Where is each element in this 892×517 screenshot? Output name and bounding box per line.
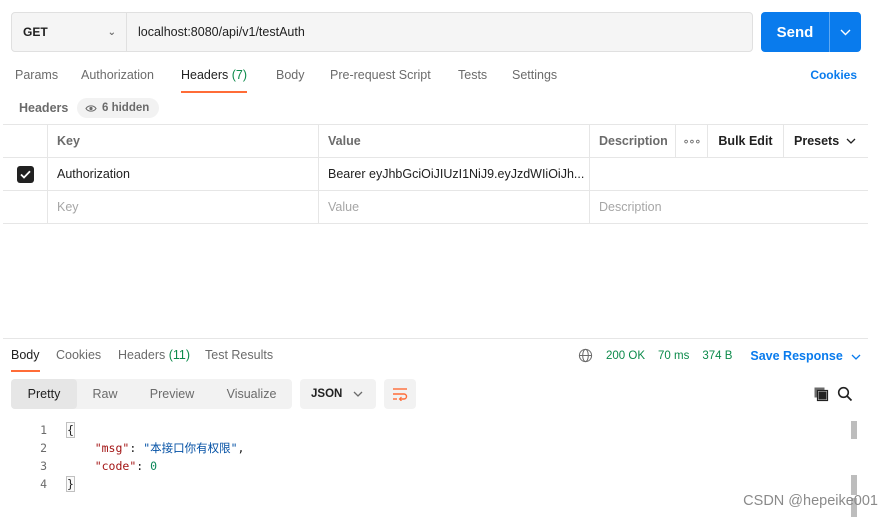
method-label: GET	[23, 25, 48, 39]
wrap-lines-button[interactable]	[384, 379, 416, 409]
table-row-placeholder: Key Value Description	[3, 191, 868, 224]
line-number: 2	[40, 441, 47, 455]
url-bar: GET ⌄ localhost:8080/api/v1/testAuth	[11, 12, 753, 52]
response-size[interactable]: 374 B	[702, 350, 732, 362]
wrap-lines-icon	[393, 388, 408, 401]
header-key-cell[interactable]: Authorization	[48, 158, 319, 190]
code-line: 2 "msg": "本接口你有权限",	[0, 439, 850, 457]
header-description-cell[interactable]	[590, 158, 868, 190]
format-label: JSON	[311, 388, 343, 400]
format-select[interactable]: JSON	[300, 379, 376, 409]
new-key-input[interactable]: Key	[48, 191, 319, 223]
column-description: Description	[590, 125, 676, 157]
presets-label: Presets	[794, 134, 840, 148]
cookies-link[interactable]: Cookies	[810, 68, 857, 82]
chevron-down-icon	[846, 138, 856, 144]
json-key: "code"	[94, 459, 137, 473]
line-number: 4	[40, 477, 47, 491]
header-check-col	[3, 125, 48, 157]
tab-settings[interactable]: Settings	[512, 68, 557, 82]
eye-icon	[85, 104, 97, 112]
response-divider[interactable]	[3, 338, 868, 339]
tab-body[interactable]: Body	[276, 68, 305, 82]
header-value-cell[interactable]: Bearer eyJhbGciOiJIUzI1NiJ9.eyJzdWIiOiJh…	[319, 158, 590, 190]
json-number: 0	[150, 459, 158, 473]
response-tab-test-results[interactable]: Test Results	[205, 348, 273, 362]
response-status: 200 OK 70 ms 374 B Save Response	[578, 348, 861, 363]
tab-pre-request-script[interactable]: Pre-request Script	[330, 68, 431, 82]
tab-authorization[interactable]: Authorization	[81, 68, 154, 82]
hidden-count: 6 hidden	[102, 102, 150, 114]
header-enabled-checkbox[interactable]	[16, 165, 34, 183]
save-response-button[interactable]: Save Response	[750, 349, 861, 363]
table-header-row: Key Value Description ∘∘∘ Bulk Edit Pres…	[3, 125, 868, 158]
tab-headers[interactable]: Headers (7)	[181, 68, 248, 93]
view-raw[interactable]: Raw	[77, 379, 133, 409]
line-number: 1	[40, 423, 47, 437]
header-value-text: Bearer eyJhbGciOiJIUzI1NiJ9.eyJzdWIiOiJh…	[328, 167, 585, 181]
brace-close: }	[66, 476, 75, 492]
scrollbar-thumb[interactable]	[851, 421, 857, 439]
send-label: Send	[776, 23, 814, 41]
code-line: 4 }	[0, 475, 850, 493]
column-key: Key	[48, 125, 319, 157]
chevron-down-icon	[851, 354, 861, 360]
response-tab-cookies[interactable]: Cookies	[56, 348, 101, 362]
search-icon[interactable]	[837, 386, 853, 402]
headers-count: (7)	[231, 68, 248, 82]
scrollbar-thumb[interactable]	[851, 475, 857, 495]
copy-icon[interactable]	[813, 386, 829, 402]
line-number: 3	[40, 459, 47, 473]
method-select[interactable]: GET ⌄	[12, 13, 127, 51]
watermark: CSDN @hepeike001	[743, 493, 878, 509]
active-tab-underline	[11, 370, 40, 372]
new-description-input[interactable]: Description	[590, 191, 868, 223]
new-value-input[interactable]: Value	[319, 191, 590, 223]
hidden-headers-toggle[interactable]: 6 hidden	[77, 98, 160, 118]
view-mode-selector: Pretty Raw Preview Visualize	[11, 379, 292, 409]
response-tab-headers[interactable]: Headers (11)	[118, 348, 190, 362]
column-value: Value	[319, 125, 590, 157]
brace-open: {	[66, 422, 75, 438]
response-headers-count: (11)	[168, 348, 191, 362]
code-line: 3 "code": 0	[0, 457, 850, 475]
headers-table: Key Value Description ∘∘∘ Bulk Edit Pres…	[3, 124, 868, 224]
presets-dropdown[interactable]: Presets	[784, 125, 868, 157]
send-button[interactable]: Send	[761, 12, 861, 52]
url-text: localhost:8080/api/v1/testAuth	[138, 25, 305, 39]
json-string: "本接口你有权限"	[143, 441, 238, 455]
response-time[interactable]: 70 ms	[658, 350, 689, 362]
status-code[interactable]: 200 OK	[606, 350, 645, 362]
json-key: "msg"	[94, 441, 130, 455]
globe-icon[interactable]	[578, 348, 593, 363]
tab-tests[interactable]: Tests	[458, 68, 487, 82]
more-options-icon[interactable]: ∘∘∘	[676, 125, 708, 157]
view-preview[interactable]: Preview	[133, 379, 211, 409]
chevron-down-icon: ⌄	[107, 26, 116, 38]
request-tabs: Params Authorization Headers (7) Body Pr…	[0, 62, 892, 93]
view-pretty[interactable]: Pretty	[11, 379, 77, 409]
tab-params[interactable]: Params	[15, 68, 58, 82]
view-visualize[interactable]: Visualize	[211, 379, 292, 409]
headers-subtitle: Headers	[19, 101, 69, 115]
code-line: 1 {	[0, 421, 850, 439]
bulk-edit-button[interactable]: Bulk Edit	[708, 125, 784, 157]
response-tab-body[interactable]: Body	[11, 348, 40, 372]
send-dropdown-icon[interactable]	[830, 12, 861, 52]
url-input[interactable]: localhost:8080/api/v1/testAuth	[127, 13, 752, 51]
checkmark-icon	[19, 170, 31, 179]
table-row: Authorization Bearer eyJhbGciOiJIUzI1NiJ…	[3, 158, 868, 191]
response-body-editor[interactable]: 1 { 2 "msg": "本接口你有权限", 3 "code": 0 4 }	[0, 421, 850, 493]
active-tab-underline	[181, 91, 248, 93]
chevron-down-icon	[353, 391, 363, 397]
